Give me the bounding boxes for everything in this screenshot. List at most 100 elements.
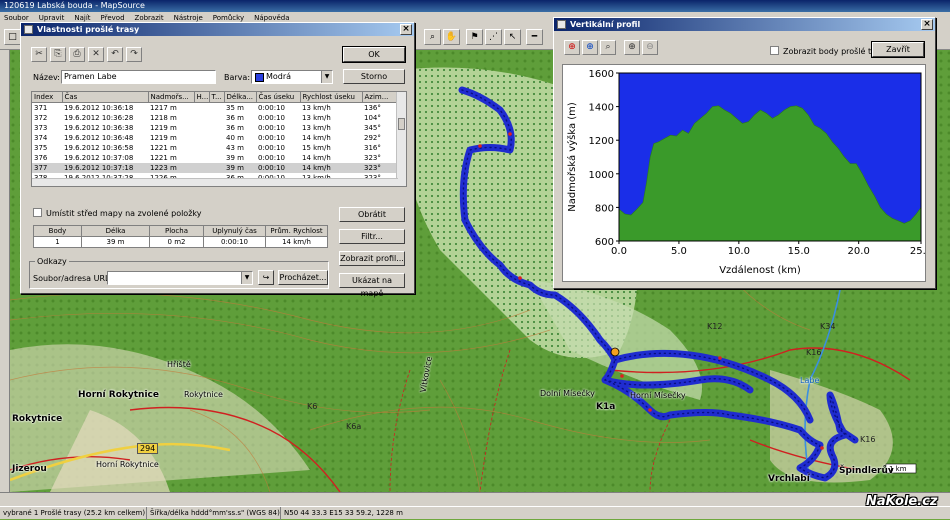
new-doc-icon[interactable]: □ — [4, 29, 21, 45]
select-arrow-icon[interactable]: ↖ — [504, 29, 521, 45]
map-label-horni-misecky: Horní Mísečky — [630, 391, 686, 400]
table-cell: 1221 m — [150, 144, 177, 152]
table-cell: 372 — [34, 114, 48, 122]
chevron-down-icon[interactable]: ▼ — [321, 71, 332, 83]
column-header[interactable]: Azim... — [362, 92, 399, 103]
track-points-list[interactable]: Index Čas Nadmořs... H... T... Délka... Čas ús… — [31, 91, 407, 187]
table-row[interactable]: 376 19.6.2012 10:37:08 1221 m 39 m 0:00:10 14… — [32, 153, 398, 163]
center-map-checkbox[interactable] — [33, 208, 42, 217]
column-header[interactable]: Rychlost úseku — [300, 92, 363, 103]
column-header[interactable]: H... — [194, 92, 210, 103]
table-row[interactable]: 374 19.6.2012 10:36:48 1219 m 40 m 0:00:10 14… — [32, 133, 398, 143]
hand-pan-icon[interactable]: ✋ — [443, 29, 460, 45]
table-cell: 374 — [34, 134, 48, 142]
table-cell: 19.6.2012 10:37:08 — [64, 154, 134, 162]
column-header[interactable]: Nadmořs... — [148, 92, 195, 103]
open-link-icon[interactable]: ↪ — [258, 270, 274, 285]
zoom-in-icon[interactable]: ⊕ — [624, 40, 640, 55]
menu-item[interactable]: Upravit — [39, 14, 65, 22]
table-cell: 13 km/h — [302, 104, 331, 112]
redo-icon[interactable]: ↷ — [126, 47, 142, 62]
menu-item[interactable]: Nápověda — [254, 14, 289, 22]
table-cell: 0:00:10 — [258, 134, 285, 142]
menu-item[interactable]: Převod — [101, 14, 125, 22]
summary-value: 0:00:10 — [203, 236, 266, 248]
column-header[interactable]: Čas — [62, 92, 149, 103]
menu-item[interactable]: Zobrazit — [135, 14, 164, 22]
menu-item[interactable]: Pomůcky — [213, 14, 244, 22]
waypoint-flag-icon[interactable]: ⚑ — [466, 29, 483, 45]
close-icon[interactable]: × — [921, 19, 933, 30]
filter-button[interactable]: Filtr... — [339, 229, 405, 244]
map-label-jizerou: Jizerou — [12, 464, 47, 474]
x-tick-label: 25.2 — [910, 246, 925, 257]
horizontal-scrollbar[interactable] — [0, 492, 950, 506]
color-select[interactable]: Modrá ▼ — [251, 70, 333, 84]
paste-icon[interactable]: ⎙ — [69, 47, 85, 62]
show-track-points-checkbox[interactable] — [770, 46, 779, 55]
measure-icon[interactable]: ━ — [526, 29, 543, 45]
table-cell: 0:00:10 — [258, 144, 285, 152]
delete-icon[interactable]: ✕ — [88, 47, 104, 62]
track-dialog-icon — [24, 25, 33, 34]
status-selection: vybrané 1 Prošlé trasy (25.2 km celkem) — [3, 509, 146, 517]
cancel-button[interactable]: Storno — [343, 69, 405, 84]
table-cell: 0:00:10 — [256, 163, 300, 173]
menu-item[interactable]: Najít — [74, 14, 90, 22]
table-cell: 0:00:10 — [258, 104, 285, 112]
route-tool-icon[interactable]: ⋰ — [485, 29, 502, 45]
crosshair-blue-icon[interactable]: ⊕ — [582, 40, 598, 55]
table-row[interactable]: 373 19.6.2012 10:36:38 1219 m 36 m 0:00:10 13… — [32, 123, 398, 133]
zoom-out-icon[interactable]: ⊖ — [642, 40, 658, 55]
table-cell: 371 — [34, 104, 48, 112]
column-header[interactable]: Index — [32, 92, 63, 103]
table-row[interactable]: 377 19.6.2012 10:37:18 1223 m 39 m 0:00:10 14… — [32, 163, 398, 173]
table-cell: 375 — [34, 144, 48, 152]
zoom-icon[interactable]: ⌕ — [424, 29, 441, 45]
summary-value: 14 km/h — [265, 236, 328, 248]
summary-header: Délka — [81, 225, 150, 237]
table-cell: 13 km/h — [302, 124, 331, 132]
table-cell: 15 km/h — [302, 144, 331, 152]
reverse-button[interactable]: Obrátit — [339, 207, 405, 222]
table-cell: 0:00:10 — [258, 124, 285, 132]
table-cell: 14 km/h — [302, 154, 331, 162]
column-header[interactable]: Délka... — [224, 92, 257, 103]
profile-chart[interactable]: 0.05.010.015.020.025.2600800100012001400… — [563, 65, 932, 281]
name-field[interactable]: Pramen Labe — [61, 70, 216, 84]
close-profile-button[interactable]: Zavřít — [871, 41, 925, 58]
table-cell — [194, 103, 209, 114]
cut-icon[interactable]: ✂ — [31, 47, 47, 62]
ok-button[interactable]: OK — [342, 46, 406, 63]
close-icon[interactable]: × — [400, 24, 412, 35]
table-row[interactable]: 372 19.6.2012 10:36:28 1218 m 36 m 0:00:10 13… — [32, 113, 398, 123]
copy-icon[interactable]: ⎘ — [50, 47, 66, 62]
table-row[interactable]: 371 19.6.2012 10:36:18 1217 m 35 m 0:00:10 13… — [32, 103, 398, 114]
map-label-k1a: K1a — [596, 402, 616, 412]
table-cell — [209, 103, 224, 114]
zoom-fit-icon[interactable]: ⌕ — [600, 40, 616, 55]
table-cell: 19.6.2012 10:36:18 — [64, 104, 134, 112]
column-header[interactable]: Čas úseku — [256, 92, 301, 103]
show-profile-button[interactable]: Zobrazit profil... — [339, 251, 405, 266]
table-row[interactable]: 375 19.6.2012 10:36:58 1221 m 43 m 0:00:10 15… — [32, 143, 398, 153]
points-vertical-scrollbar[interactable] — [396, 92, 406, 186]
table-cell: 345° — [364, 124, 381, 132]
menu-item[interactable]: Nástroje — [174, 14, 203, 22]
points-horizontal-scrollbar[interactable] — [32, 178, 398, 186]
crosshair-red-icon[interactable]: ⊕ — [564, 40, 580, 55]
app-title-bar: 120619 Labská bouda - MapSource — [0, 0, 950, 12]
chevron-down-icon[interactable]: ▼ — [241, 272, 252, 284]
summary-value: 39 m — [81, 236, 150, 248]
menu-item[interactable]: Soubor — [4, 14, 29, 22]
show-on-map-button[interactable]: Ukázat na mapě — [339, 273, 405, 298]
column-header[interactable]: T... — [209, 92, 225, 103]
undo-icon[interactable]: ↶ — [107, 47, 123, 62]
file-url-label: Soubor/adresa URL: — [33, 274, 113, 283]
file-url-input[interactable]: ▼ — [107, 271, 253, 285]
map-label-rokytnice: Rokytnice — [12, 414, 63, 424]
table-cell — [209, 133, 224, 143]
browse-button[interactable]: Procházet... — [278, 270, 328, 285]
scroll-thumb[interactable] — [398, 118, 405, 130]
table-cell: 316° — [364, 144, 381, 152]
